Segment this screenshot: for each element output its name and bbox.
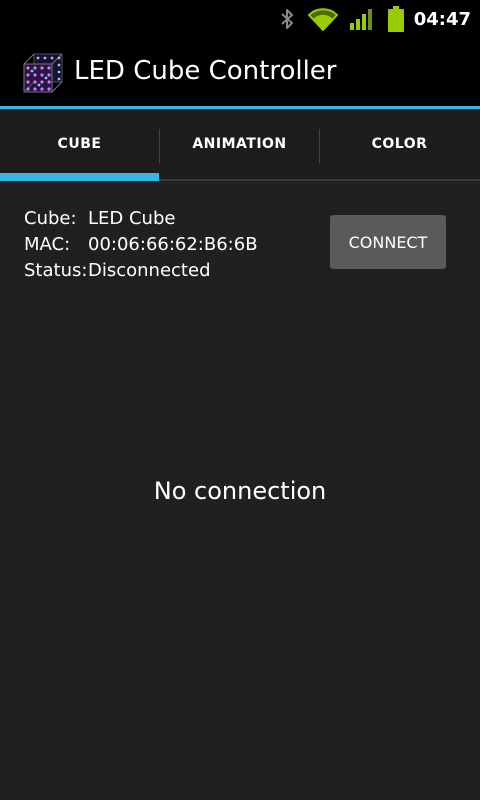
- status-time: 04:47: [413, 8, 471, 30]
- mac-label: MAC:: [24, 234, 71, 255]
- led-cube-icon: [20, 50, 66, 96]
- cube-value: LED Cube: [88, 208, 176, 229]
- status-bar: 04:47: [0, 0, 480, 38]
- status-value: Disconnected: [88, 260, 211, 281]
- connect-button[interactable]: CONNECT: [330, 215, 446, 269]
- action-bar: LED Cube Controller: [0, 38, 480, 106]
- cube-label: Cube:: [24, 208, 77, 229]
- no-connection-message: No connection: [153, 477, 327, 505]
- tab-color[interactable]: COLOR: [320, 109, 479, 179]
- status-icons: 04:47: [280, 0, 480, 38]
- app-title: LED Cube Controller: [74, 56, 337, 86]
- battery-icon: [387, 6, 404, 32]
- mac-value: 00:06:66:62:B6:6B: [88, 234, 258, 255]
- status-label: Status:: [24, 260, 88, 281]
- tab-animation[interactable]: ANIMATION: [160, 109, 319, 179]
- wifi-icon: [307, 7, 338, 31]
- tab-cube[interactable]: CUBE: [0, 109, 159, 179]
- bluetooth-icon: [280, 8, 294, 30]
- tab-selected-indicator: [0, 173, 159, 181]
- tab-bar: CUBE ANIMATION COLOR: [0, 109, 480, 181]
- signal-icon: [349, 8, 374, 30]
